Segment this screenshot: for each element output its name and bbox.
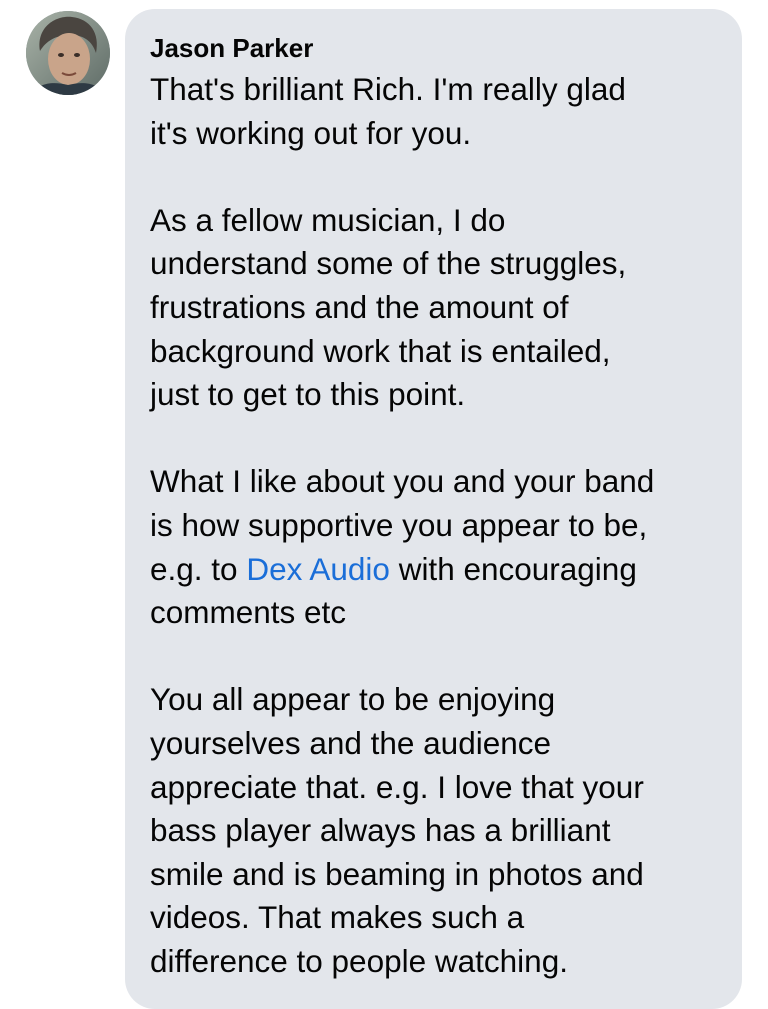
link-suffix-text: with encouraging <box>389 550 637 587</box>
message-line: What I like about you and your band <box>150 463 655 500</box>
message-line: videos. That makes such a <box>150 899 525 936</box>
message-line: comments etc <box>150 594 347 631</box>
sender-name[interactable]: Jason Parker <box>150 33 722 63</box>
sender-avatar[interactable] <box>26 11 110 95</box>
message-line: understand some of the struggles, <box>150 245 627 282</box>
message-paragraph-2: As a fellow musician, I do understand so… <box>150 199 722 417</box>
message-line: smile and is beaming in photos and <box>150 855 644 892</box>
message-line: yourselves and the audience <box>150 724 552 761</box>
message-line: it's working out for you. <box>150 114 472 151</box>
avatar-photo-icon <box>26 11 110 95</box>
message-line: just to get to this point. <box>150 376 466 413</box>
message-line-with-link: e.g. to Dex Audio with encouraging <box>150 548 722 592</box>
message-line: As a fellow musician, I do <box>150 201 506 238</box>
message-bubble[interactable]: Jason Parker That's brilliant Rich. I'm … <box>125 9 742 1009</box>
message-line: background work that is entailed, <box>150 332 611 369</box>
dex-audio-mention-link[interactable]: Dex Audio <box>246 551 390 587</box>
message-line: That's brilliant Rich. I'm really glad <box>150 71 626 107</box>
message-paragraph-4: You all appear to be enjoying yourselves… <box>150 678 722 983</box>
message-line: bass player always has a brilliant <box>150 812 611 849</box>
message-line: appreciate that. e.g. I love that your <box>150 768 644 805</box>
message-paragraph-3: What I like about you and your band is h… <box>150 460 722 634</box>
message-line: frustrations and the amount of <box>150 288 569 325</box>
message-line: is how supportive you appear to be, <box>150 506 648 543</box>
message-line: difference to people watching. <box>150 942 568 979</box>
message-paragraph-1: That's brilliant Rich. I'm really glad i… <box>150 68 722 155</box>
message-line: You all appear to be enjoying <box>150 681 556 718</box>
link-prefix-text: e.g. to <box>150 550 247 587</box>
